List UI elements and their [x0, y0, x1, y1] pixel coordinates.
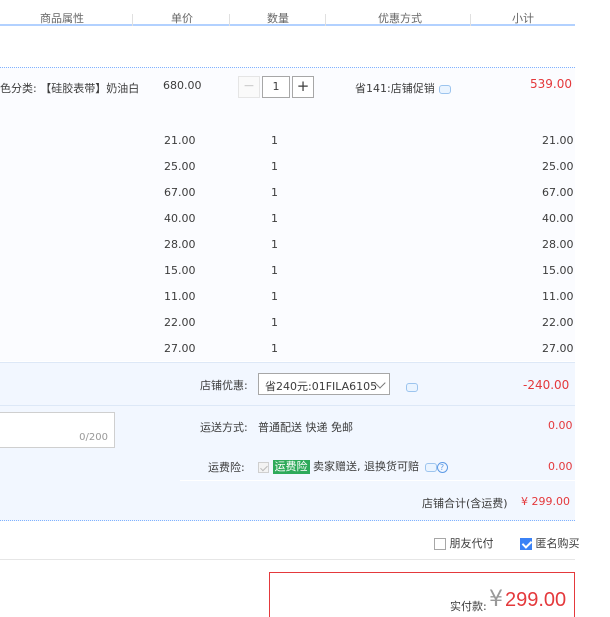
anonymous-label: 匿名购买 [535, 537, 580, 550]
friend-pay-checkbox[interactable] [434, 538, 446, 550]
order-table-header: 商品属性 单价 数量 优惠方式 小计 [0, 0, 575, 26]
insurance-tag: 运费险 [272, 460, 310, 474]
sub-item-quantity: 1 [271, 238, 278, 251]
quantity-increase-button[interactable]: + [292, 76, 314, 98]
header-divider [470, 14, 471, 26]
shipping-label: 运送方式: [200, 421, 248, 434]
anonymous-option[interactable]: 匿名购买 [520, 535, 580, 551]
sub-item-quantity: 1 [271, 186, 278, 199]
insurance-amount: 0.00 [548, 460, 573, 473]
shop-total-row: 店铺合计(含运费) ¥ 299.00 [0, 481, 575, 521]
column-header-discount: 优惠方式 [378, 12, 422, 25]
shop-total-label: 店铺合计(含运费) [422, 497, 508, 510]
sub-item-quantity: 1 [271, 134, 278, 147]
insurance-text: 卖家赠送, 退换货可赔 [313, 460, 419, 473]
header-divider [325, 14, 326, 26]
sub-item-price: 22.00 [164, 316, 196, 329]
sub-item-total: 22.00 [542, 316, 574, 329]
sub-item-price: 21.00 [164, 134, 196, 147]
shop-discount-label: 店铺优惠: [200, 379, 248, 392]
shop-discount-select[interactable]: 省240元:01FILA6105 [258, 373, 390, 395]
order-options-row: 朋友代付 匿名购买 [0, 522, 580, 560]
header-divider [229, 14, 230, 26]
payment-amount: 299.00 [505, 589, 567, 611]
friend-pay-option[interactable]: 朋友代付 [434, 535, 494, 551]
sub-item-total: 15.00 [542, 264, 574, 277]
promotion-text: 省141:店铺促销 [355, 82, 435, 95]
anonymous-checkbox[interactable] [520, 538, 532, 550]
sub-item-quantity: 1 [271, 290, 278, 303]
payment-label: 实付款: [450, 600, 487, 613]
sub-item-price: 15.00 [164, 264, 196, 277]
sub-item-row: 11.00 1 11.00 [0, 290, 575, 316]
sub-item-row: 21.00 1 21.00 [0, 134, 575, 160]
currency-symbol: ¥ [489, 587, 503, 612]
shop-discount-selected: 省240元:01FILA6105 [265, 380, 378, 393]
column-header-subtotal: 小计 [512, 12, 534, 25]
message-icon[interactable] [424, 462, 437, 472]
sub-item-row: 28.00 1 28.00 [0, 238, 575, 264]
shipping-amount: 0.00 [548, 419, 573, 432]
sub-item-row: 67.00 1 67.00 [0, 186, 575, 212]
sub-item-price: 25.00 [164, 160, 196, 173]
sub-item-price: 11.00 [164, 290, 196, 303]
payment-summary: 实付款: ¥ 299.00 [269, 572, 575, 617]
shop-discount-amount: -240.00 [523, 378, 570, 392]
quantity-input[interactable]: 1 [262, 76, 290, 98]
column-header-quantity: 数量 [267, 12, 289, 25]
sub-item-price: 27.00 [164, 342, 196, 355]
sub-item-quantity: 1 [271, 160, 278, 173]
quantity-decrease-button[interactable]: − [238, 76, 260, 98]
sub-item-row: 25.00 1 25.00 [0, 160, 575, 186]
insurance-checkbox [258, 461, 269, 473]
sub-item-total: 40.00 [542, 212, 574, 225]
sub-item-price: 28.00 [164, 238, 196, 251]
sub-item-quantity: 1 [271, 212, 278, 225]
shipping-method: 普通配送 快递 免邮 [258, 421, 353, 434]
sub-item-row: 22.00 1 22.00 [0, 316, 575, 342]
sub-item-total: 11.00 [542, 290, 574, 303]
header-divider [132, 14, 133, 26]
shop-total-amount: ¥ 299.00 [521, 495, 570, 508]
item-attribute: 色分类: 【硅胶表带】奶油白 [0, 82, 140, 95]
sub-item-quantity: 1 [271, 264, 278, 277]
message-icon[interactable] [406, 382, 418, 392]
quantity-stepper[interactable]: − 1 + [238, 76, 314, 98]
sub-item-row: 15.00 1 15.00 [0, 264, 575, 290]
item-promotion: 省141:店铺促销 [355, 80, 451, 96]
sub-item-total: 25.00 [542, 160, 574, 173]
sub-item-quantity: 1 [271, 342, 278, 355]
memo-char-count: 0/200 [79, 432, 108, 443]
help-icon[interactable]: ? [436, 461, 448, 473]
column-header-attribute: 商品属性 [40, 12, 84, 25]
item-subtotal: 539.00 [530, 77, 572, 91]
sub-item-row: 40.00 1 40.00 [0, 212, 575, 238]
sub-item-total: 28.00 [542, 238, 574, 251]
sub-item-total: 27.00 [542, 342, 574, 355]
item-unit-price: 680.00 [163, 79, 202, 92]
sub-item-quantity: 1 [271, 316, 278, 329]
sub-item-total: 21.00 [542, 134, 574, 147]
insurance-label: 运费险: [208, 461, 245, 474]
insurance-option: 运费险 卖家赠送, 退换货可赔 ? [258, 458, 448, 474]
sub-item-price: 67.00 [164, 186, 196, 199]
friend-pay-label: 朋友代付 [449, 537, 494, 550]
buyer-memo-input[interactable]: 0/200 [0, 412, 115, 448]
sub-item-total: 67.00 [542, 186, 574, 199]
sub-item-price: 40.00 [164, 212, 196, 225]
divider [0, 405, 575, 406]
message-icon[interactable] [438, 84, 451, 94]
column-header-price: 单价 [171, 12, 193, 25]
